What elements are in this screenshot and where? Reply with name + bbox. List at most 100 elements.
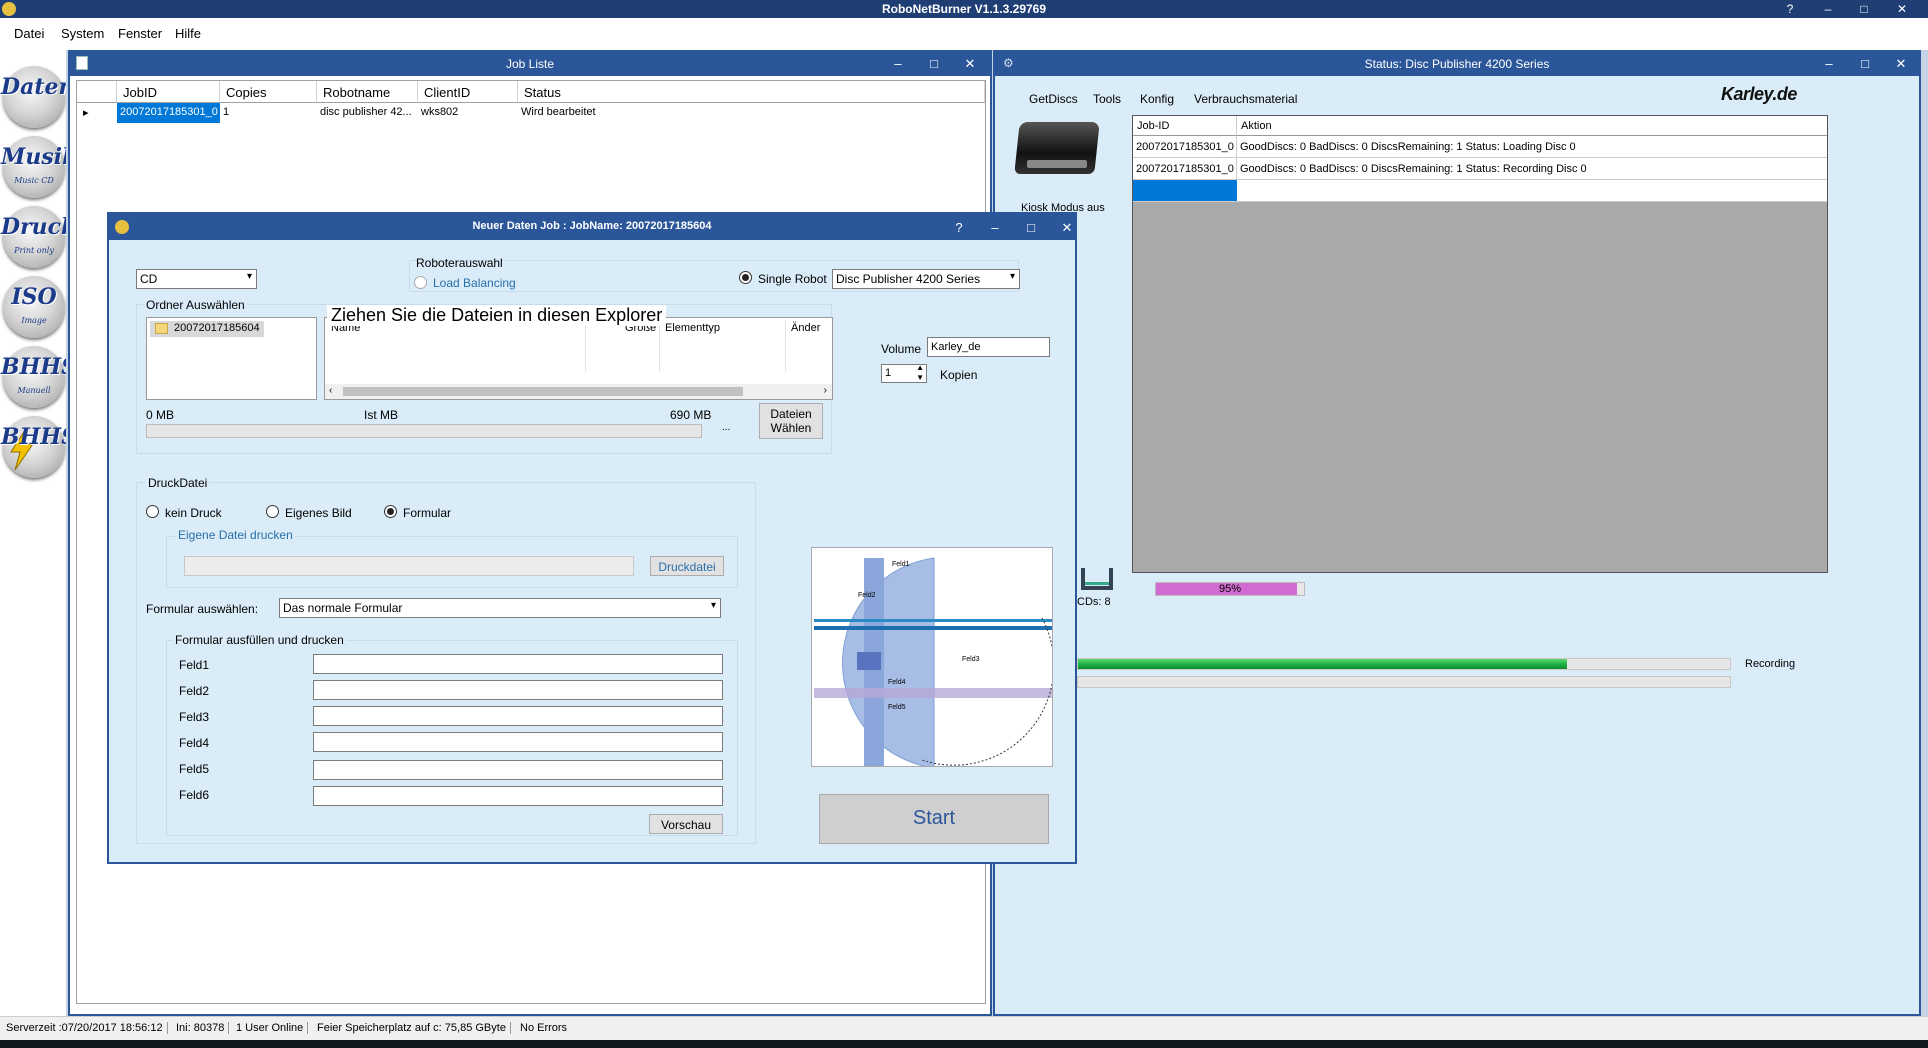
column-header-robotname[interactable]: Robotname	[317, 81, 418, 103]
column-header-status[interactable]: Status	[518, 81, 985, 103]
status-minimize-button[interactable]: –	[1811, 54, 1847, 74]
start-button[interactable]: Start	[819, 794, 1049, 844]
file-explorer[interactable]: Name Größe Elementtyp Änder ‹ ›	[324, 317, 833, 400]
horizontal-scrollbar[interactable]: ‹ ›	[325, 384, 832, 399]
field4-input[interactable]	[313, 732, 723, 752]
load-balancing-label[interactable]: Load Balancing	[433, 276, 516, 290]
column-header-clientid[interactable]: ClientID	[418, 81, 518, 103]
load-balancing-radio[interactable]	[414, 276, 427, 289]
row-selector-arrow[interactable]: ▸	[77, 103, 117, 123]
no-print-radio[interactable]	[146, 505, 159, 518]
column-divider	[585, 320, 586, 372]
file-column-type[interactable]: Elementtyp	[665, 322, 720, 334]
robot-select[interactable]: Disc Publisher 4200 Series ▾	[832, 269, 1020, 289]
print-file-button[interactable]: Druckdatei	[650, 556, 724, 576]
preview-label-feld3: Feld3	[962, 656, 980, 663]
menu-konfig[interactable]: Konfig	[1140, 92, 1174, 106]
table-cell-robotname[interactable]: disc publisher 42...	[317, 103, 418, 123]
job-list-close-button[interactable]: ✕	[952, 54, 988, 74]
own-file-path-input[interactable]	[184, 556, 634, 576]
dialog-minimize-button[interactable]: –	[977, 218, 1013, 238]
single-robot-radio[interactable]	[739, 271, 752, 284]
dialog-maximize-button[interactable]: □	[1013, 218, 1049, 238]
status-maximize-button[interactable]: □	[1847, 54, 1883, 74]
field2-input[interactable]	[313, 680, 723, 700]
iso-disc-icon[interactable]: ISO Image	[3, 276, 65, 338]
dialog-close-button[interactable]: ✕	[1049, 218, 1085, 238]
data-disc-icon[interactable]: Daten	[1, 66, 75, 128]
single-robot-label[interactable]: Single Robot	[758, 272, 827, 286]
form-label[interactable]: Formular	[403, 506, 451, 520]
status-cell-aktion[interactable]: GoodDiscs: 0 BadDiscs: 0 DiscsRemaining:…	[1237, 158, 1827, 180]
folder-group-label: Ordner Auswählen	[144, 298, 247, 312]
bhhs-manual-disc-icon[interactable]: BHHS Manuell	[1, 346, 77, 408]
column-header-copies[interactable]: Copies	[220, 81, 317, 103]
row-header-column	[77, 81, 117, 103]
job-list-titlebar: Job Liste – □ ✕	[70, 52, 990, 76]
bhhs-auto-disc-icon[interactable]: BHHS	[1, 416, 77, 478]
job-list-minimize-button[interactable]: –	[880, 54, 916, 74]
recording-label: Recording	[1745, 658, 1796, 670]
field2-label: Feld2	[179, 684, 210, 698]
form-radio[interactable]	[384, 505, 397, 518]
scroll-right-icon[interactable]: ›	[824, 385, 827, 396]
folder-item[interactable]: 20072017185604	[150, 321, 264, 337]
ink-progress-label: 95%	[1218, 583, 1242, 595]
print-disc-icon[interactable]: Druck Print only	[1, 206, 76, 268]
explorer-hint: Ziehen Sie die Dateien in diesen Explore…	[327, 305, 667, 326]
table-cell-copies[interactable]: 1	[220, 103, 317, 123]
table-cell-clientid[interactable]: wks802	[418, 103, 518, 123]
menu-tools[interactable]: Tools	[1093, 92, 1121, 106]
close-button[interactable]: ✕	[1884, 0, 1920, 18]
menu-system[interactable]: System	[61, 26, 104, 41]
maximize-button[interactable]: □	[1846, 0, 1882, 18]
disc-capacity-bar	[146, 424, 702, 438]
status-cell-aktion[interactable]: GoodDiscs: 0 BadDiscs: 0 DiscsRemaining:…	[1237, 136, 1827, 158]
own-file-label: Eigene Datei drucken	[176, 528, 295, 542]
status-cell-jobid[interactable]: 20072017185301_0	[1133, 136, 1237, 158]
field6-input[interactable]	[313, 786, 723, 806]
media-type-select[interactable]: CD ▾	[136, 269, 257, 289]
file-column-modified[interactable]: Änder	[791, 322, 820, 334]
job-list-maximize-button[interactable]: □	[916, 54, 952, 74]
menu-getdiscs[interactable]: GetDiscs	[1029, 92, 1078, 106]
own-image-label[interactable]: Eigenes Bild	[285, 506, 352, 520]
volume-input[interactable]	[927, 337, 1050, 357]
ini-status: Ini: 80378	[176, 1022, 230, 1034]
table-cell-status[interactable]: Wird bearbeitet	[518, 103, 818, 123]
scroll-left-icon[interactable]: ‹	[329, 385, 332, 396]
field4-label: Feld4	[179, 736, 210, 750]
column-header-jobid[interactable]: JobID	[117, 81, 220, 103]
scroll-thumb[interactable]	[343, 387, 743, 396]
music-disc-icon[interactable]: Musik Music CD	[1, 136, 77, 198]
no-print-label[interactable]: kein Druck	[165, 506, 222, 520]
menu-datei[interactable]: Datei	[14, 26, 44, 41]
help-button[interactable]: ?	[1772, 0, 1808, 18]
column-header-job-id[interactable]: Job-ID	[1133, 116, 1237, 136]
stepper-down-icon[interactable]: ▼	[916, 373, 924, 382]
field1-label: Feld1	[179, 658, 210, 672]
status-cell-jobid[interactable]: 20072017185301_0	[1133, 158, 1237, 180]
own-image-radio[interactable]	[266, 505, 279, 518]
form-select[interactable]: Das normale Formular ▾	[279, 598, 721, 618]
copies-stepper[interactable]: 1 ▲ ▼	[881, 363, 927, 383]
dialog-help-button[interactable]: ?	[941, 218, 977, 238]
minimize-button[interactable]: –	[1810, 0, 1846, 18]
status-new-row-selected[interactable]	[1133, 180, 1237, 202]
status-new-row[interactable]	[1237, 180, 1827, 202]
field5-input[interactable]	[313, 760, 723, 780]
menu-hilfe[interactable]: Hilfe	[175, 26, 201, 41]
table-cell-jobid[interactable]: 20072017185301_0	[117, 103, 220, 123]
copies-label: Kopien	[940, 368, 978, 382]
field1-input[interactable]	[313, 654, 723, 674]
field3-input[interactable]	[313, 706, 723, 726]
folder-tree[interactable]: 20072017185604	[146, 317, 317, 400]
stepper-up-icon[interactable]: ▲	[916, 363, 924, 372]
column-divider	[659, 320, 660, 372]
preview-button[interactable]: Vorschau	[649, 814, 723, 834]
column-header-aktion[interactable]: Aktion	[1237, 116, 1827, 136]
menu-verbrauchsmaterial[interactable]: Verbrauchsmaterial	[1194, 92, 1297, 106]
choose-files-button[interactable]: Dateien Wählen	[759, 403, 823, 439]
status-close-button[interactable]: ✕	[1883, 54, 1919, 74]
menu-fenster[interactable]: Fenster	[118, 26, 162, 41]
